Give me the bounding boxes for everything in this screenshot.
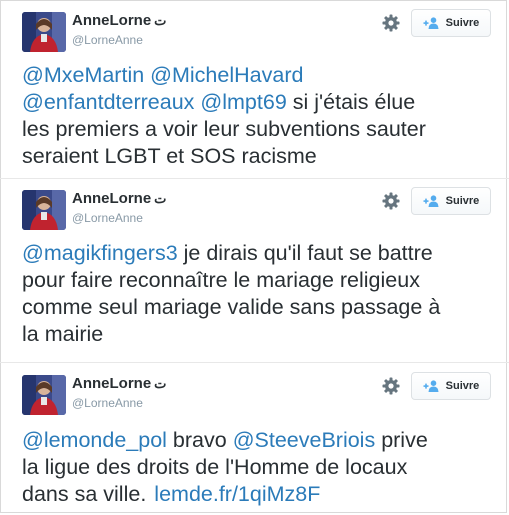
tweet-text: @lemonde_pol bravo @SteeveBriois prive la… [22, 427, 502, 508]
tweet-text-line: les premiers a voir leur subventions sau… [22, 116, 502, 143]
avatar[interactable] [22, 12, 66, 52]
add-user-icon [423, 195, 439, 207]
gear-icon[interactable] [382, 377, 400, 395]
tweet-text-line: comme seul mariage valide sans passage à [22, 294, 502, 321]
user-badge: ت [154, 13, 167, 28]
tweet-text-line: @MxeMartin @MichelHavard [22, 62, 502, 89]
tweet-text-segment: les premiers a voir leur subventions sau… [22, 117, 426, 141]
follow-button[interactable]: Suivre [411, 187, 491, 215]
avatar[interactable] [22, 190, 66, 230]
gear-icon[interactable] [382, 14, 400, 32]
separator [0, 178, 509, 179]
tweet-text-line: @magikfingers3 je dirais qu'il faut se b… [22, 240, 502, 267]
user-badge: ت [154, 191, 167, 206]
follow-label: Suivre [445, 17, 480, 29]
mention-link[interactable]: @MichelHavard [150, 63, 303, 87]
user-name-text: AnneLorne [72, 12, 152, 29]
follow-label: Suivre [445, 380, 480, 392]
user-handle[interactable]: @LorneAnne [72, 33, 143, 47]
user-badge: ت [154, 376, 167, 391]
tweet-text: @magikfingers3 je dirais qu'il faut se b… [22, 240, 502, 348]
follow-button[interactable]: Suivre [411, 372, 491, 400]
tweet-text-line: pour faire reconnaître le mariage religi… [22, 267, 502, 294]
tweet-text-segment: je dirais qu'il faut se battre [177, 241, 433, 265]
user-name[interactable]: AnneLorne ت [72, 190, 166, 207]
tweet-text-line: la mairie [22, 321, 502, 348]
tweet-text-line: dans sa ville. lemde.fr/1qiMz8F [22, 481, 502, 508]
tweet-text-segment: bravo [166, 428, 233, 452]
mention-link[interactable]: @SteeveBriois [233, 428, 376, 452]
mention-link[interactable]: @enfantdterreaux [22, 90, 194, 114]
user-name-text: AnneLorne [72, 375, 152, 392]
mention-link[interactable]: @magikfingers3 [22, 241, 178, 265]
tweet-text: @MxeMartin @MichelHavard @enfantdterreaux… [22, 62, 502, 170]
follow-button[interactable]: Suivre [411, 9, 491, 37]
user-handle[interactable]: @LorneAnne [72, 396, 143, 410]
gear-icon[interactable] [382, 192, 400, 210]
tweet-text-segment: si j'étais élue [286, 90, 416, 114]
tweet-text-segment: pour faire reconnaître le mariage religi… [22, 268, 420, 292]
tweet-text-segment: dans sa ville. [22, 482, 147, 506]
user-name[interactable]: AnneLorne ت [72, 12, 166, 29]
mention-link[interactable]: @lmpt69 [200, 90, 286, 114]
tweet-text-segment: la mairie [22, 322, 104, 346]
tweet-text-segment: la ligue des droits de l'Homme de locaux [22, 455, 408, 479]
mention-link[interactable]: @MxeMartin [22, 63, 144, 87]
tweet-text-line: @lemonde_pol bravo @SteeveBriois prive [22, 427, 502, 454]
avatar[interactable] [22, 375, 66, 415]
tweet-text-segment: seraient LGBT et SOS racisme [22, 144, 317, 168]
user-handle[interactable]: @LorneAnne [72, 211, 143, 225]
tweet-text-segment: prive [375, 428, 428, 452]
user-name-text: AnneLorne [72, 190, 152, 207]
tweet-text-segment: comme seul mariage valide sans passage à [22, 295, 441, 319]
tweet-text-line: seraient LGBT et SOS racisme [22, 143, 502, 170]
separator [0, 362, 509, 363]
tweet-link[interactable]: lemde.fr/1qiMz8F [154, 482, 320, 506]
mention-link[interactable]: @lemonde_pol [22, 428, 167, 452]
tweet-text-line: @enfantdterreaux @lmpt69 si j'étais élue [22, 89, 502, 116]
user-name[interactable]: AnneLorne ت [72, 375, 166, 392]
follow-label: Suivre [445, 195, 480, 207]
add-user-icon [423, 17, 439, 29]
add-user-icon [423, 380, 439, 392]
tweet-text-line: la ligue des droits de l'Homme de locaux [22, 454, 502, 481]
